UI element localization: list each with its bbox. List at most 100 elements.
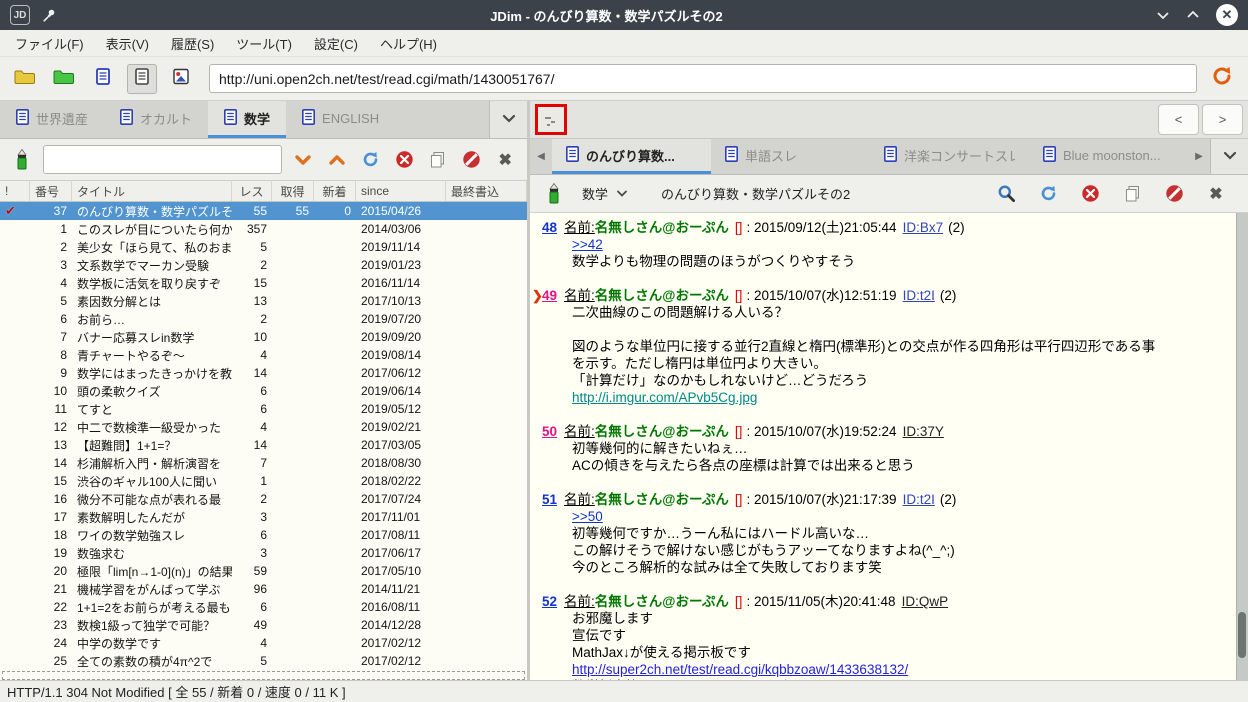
url-input[interactable] [209, 64, 1197, 93]
column-header[interactable]: 最終書込 [446, 181, 527, 201]
document-blue-icon [96, 67, 110, 90]
table-row[interactable]: 25 全ての素数の積が4π^2で 5 2017/02/12 [0, 652, 527, 670]
table-row[interactable]: 1 このスレが目についたら何か 357 2014/03/06 [0, 220, 527, 238]
search-down-button[interactable] [290, 147, 316, 173]
table-row[interactable]: 15 渋谷のギャル100人に聞い 1 2018/02/22 [0, 472, 527, 490]
board-search-input[interactable] [42, 145, 283, 174]
copy-icon[interactable] [425, 147, 451, 173]
row-cell: 2017/10/13 [361, 294, 422, 308]
tab-scroll-right-icon[interactable]: ▶ [1188, 139, 1210, 174]
table-row[interactable]: 2 美少女「ほら見て、私のおま 5 2019/11/14 [0, 238, 527, 256]
open-board-button[interactable] [10, 64, 40, 94]
anchor-link[interactable]: >>50 [572, 509, 603, 524]
board-tab-list-button[interactable] [489, 101, 527, 138]
image-tab-thumbnail[interactable] [535, 104, 567, 135]
menu-item[interactable]: 表示(V) [95, 30, 160, 57]
column-header[interactable]: ! [0, 181, 30, 201]
thread-tab[interactable]: 洋楽コンサートスレ [870, 139, 1029, 174]
table-row[interactable]: 22 1+1=2をお前らが考える最も 6 2016/08/11 [0, 598, 527, 616]
table-row[interactable]: 7 バナー応募スレin数学 10 2019/09/20 [0, 328, 527, 346]
url-link[interactable]: http://super2ch.net/test/read.cgi/kqbbzo… [572, 662, 908, 677]
table-row[interactable]: 14 杉浦解析入門・解析演習を 7 2018/08/30 [0, 454, 527, 472]
table-row[interactable]: 16 微分不可能な点が表れる最 2 2017/07/24 [0, 490, 527, 508]
table-row[interactable]: 21 機械学習をがんばって学ぶ 96 2014/11/21 [0, 580, 527, 598]
table-row[interactable]: 23 数検1級って独学で可能？ 49 2014/12/28 [0, 616, 527, 634]
board-view-button[interactable] [88, 64, 118, 94]
search-up-button[interactable] [324, 147, 350, 173]
table-row[interactable]: 13 【超難問】1+1=？ 14 2017/03/05 [0, 436, 527, 454]
column-header[interactable]: タイトル [72, 181, 232, 201]
scrollbar-thumb[interactable] [1238, 612, 1246, 658]
refresh-icon[interactable] [358, 147, 384, 173]
table-row[interactable]: 17 素数解明したんだが 3 2017/11/01 [0, 508, 527, 526]
url-link-visited[interactable]: http://i.imgur.com/APvb5Cg.jpg [572, 390, 757, 405]
row-cell: 2019/11/14 [361, 240, 421, 254]
post-number-link[interactable]: 52 [542, 594, 557, 609]
table-row[interactable]: 6 お前ら… 2 2019/07/20 [0, 310, 527, 328]
thread-tab[interactable]: Blue moonston... [1029, 139, 1188, 174]
board-tab[interactable]: 世界遺産 [0, 101, 104, 138]
menu-item[interactable]: 履歴(S) [160, 30, 225, 57]
menu-item[interactable]: ヘルプ(H) [369, 30, 448, 57]
post-number-link[interactable]: 48 [542, 220, 557, 235]
stop-icon[interactable] [1077, 181, 1103, 207]
anchor-link[interactable]: >>42 [572, 237, 603, 252]
table-row[interactable]: 18 ワイの数学勉強スレ 6 2017/08/11 [0, 526, 527, 544]
image-view-button[interactable] [166, 64, 196, 94]
table-row[interactable]: 4 数学板に活気を取り戻すぞ 15 2016/11/14 [0, 274, 527, 292]
thread-tab[interactable]: 単語スレ [711, 139, 870, 174]
refresh-icon[interactable] [1035, 181, 1061, 207]
search-icon[interactable] [993, 181, 1019, 207]
close-thread-icon[interactable]: ✖ [1203, 181, 1229, 207]
abort-icon[interactable] [1161, 181, 1187, 207]
image-next-button[interactable]: > [1202, 104, 1243, 135]
table-row[interactable]: 10 頭の柔軟クイズ 6 2019/06/14 [0, 382, 527, 400]
partial-table-row[interactable] [2, 671, 525, 680]
reload-button[interactable] [1206, 63, 1238, 95]
table-row[interactable]: 12 中二で数検準一級受かった 4 2019/02/21 [0, 418, 527, 436]
post-id-link[interactable]: ID:t2I [903, 492, 935, 507]
table-row[interactable]: 24 中学の数学です 4 2017/02/12 [0, 634, 527, 652]
open-favorites-button[interactable] [49, 64, 79, 94]
thread-view-button[interactable] [127, 63, 157, 94]
scrollbar[interactable] [1236, 213, 1248, 680]
post-number-link[interactable]: 51 [542, 492, 557, 507]
board-tab[interactable]: オカルト [104, 101, 208, 138]
post-number-link[interactable]: 49 [542, 288, 557, 303]
table-row[interactable]: 3 文系数学でマーカン受験 2 2019/01/23 [0, 256, 527, 274]
thread-tab-list-button[interactable] [1210, 139, 1248, 174]
column-header[interactable]: 新着 [314, 181, 356, 201]
stop-icon[interactable] [391, 147, 417, 173]
table-row[interactable]: 19 数強求む 3 2017/06/17 [0, 544, 527, 562]
post-id-link[interactable]: ID:Bx7 [903, 220, 944, 235]
menu-item[interactable]: ファイル(F) [4, 30, 95, 57]
menu-item[interactable]: 設定(C) [303, 30, 369, 57]
close-button[interactable]: ✕ [1216, 4, 1238, 26]
abort-icon[interactable] [459, 147, 485, 173]
close-search-icon[interactable]: ✖ [492, 147, 518, 173]
tab-scroll-left-icon[interactable]: ◀ [530, 139, 552, 174]
menu-item[interactable]: ツール(T) [225, 30, 303, 57]
board-jump-dropdown[interactable]: 数学 [576, 180, 634, 207]
column-header[interactable]: 取得 [272, 181, 314, 201]
thread-list-header[interactable]: ! 番号 タイトル レス 取得 新着 since 最終書込 [0, 181, 527, 202]
minimize-button[interactable] [1156, 10, 1170, 20]
thread-tab[interactable]: のんびり算数... [552, 139, 711, 174]
maximize-button[interactable] [1186, 10, 1200, 20]
board-tab[interactable]: ENGLISH [286, 101, 395, 138]
table-row[interactable]: 20 極限「lim[n→1-0](n)」の結果 59 2017/05/10 [0, 562, 527, 580]
table-row[interactable]: 5 素因数分解とは 13 2017/10/13 [0, 292, 527, 310]
column-header[interactable]: since [356, 181, 446, 201]
table-row[interactable]: ✔ 37 のんびり算数・数学パズルそ 55 55 0 2015/04/26 [0, 202, 527, 220]
post-number-link[interactable]: 50 [542, 424, 557, 439]
app-icon[interactable]: JD [10, 5, 30, 25]
table-row[interactable]: 8 青チャートやるぞ～ 4 2019/08/14 [0, 346, 527, 364]
copy-icon[interactable] [1119, 181, 1145, 207]
board-tab[interactable]: 数学 [208, 101, 287, 138]
table-row[interactable]: 11 てすと 6 2019/05/12 [0, 400, 527, 418]
column-header[interactable]: 番号 [30, 181, 72, 201]
table-row[interactable]: 9 数学にはまったきっかけを教 14 2017/06/12 [0, 364, 527, 382]
image-prev-button[interactable]: < [1158, 104, 1199, 135]
post-id-link[interactable]: ID:t2I [903, 288, 935, 303]
column-header[interactable]: レス [232, 181, 272, 201]
